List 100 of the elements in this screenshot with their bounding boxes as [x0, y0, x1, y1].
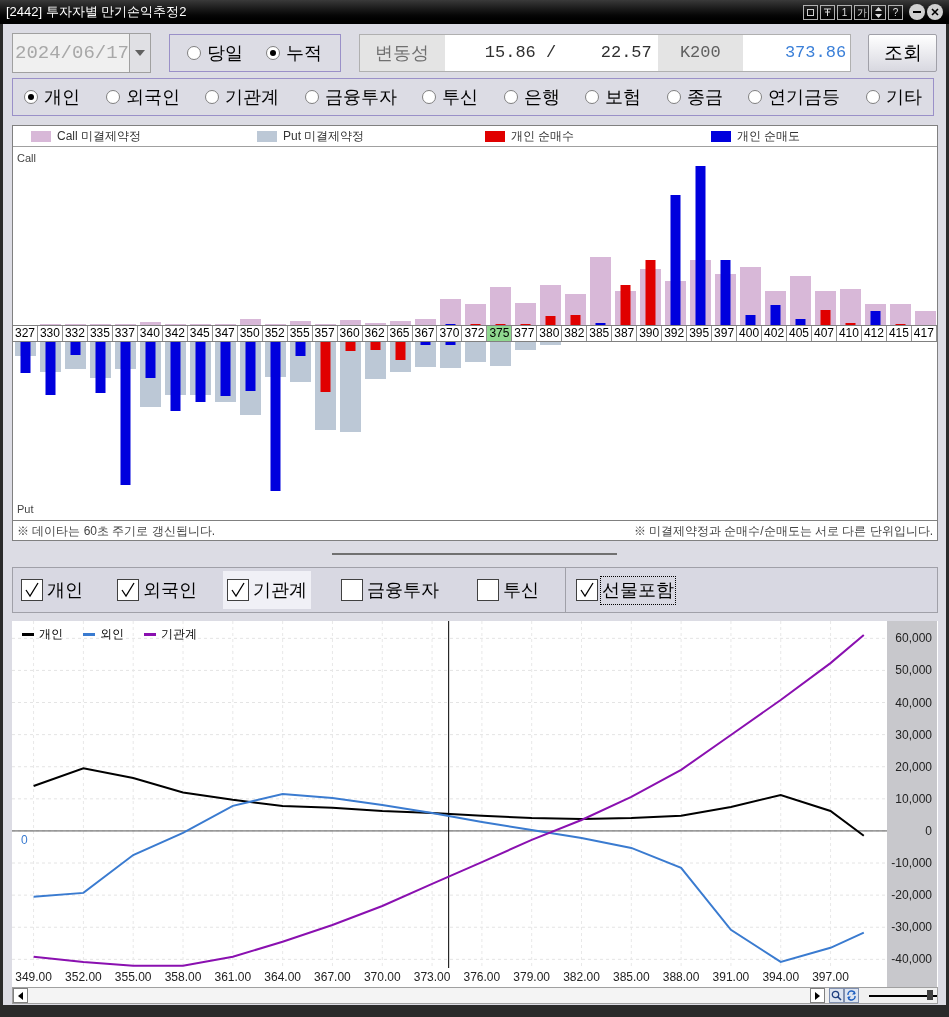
- radio-button[interactable]: [422, 90, 437, 104]
- radio-label[interactable]: 종금: [686, 83, 723, 111]
- x-tick-label: 394.00: [762, 970, 800, 984]
- x-tick-label: 352.00: [65, 970, 102, 984]
- checkbox[interactable]: [477, 579, 499, 601]
- zoom-slider[interactable]: [869, 989, 937, 1002]
- strike-label: 355: [287, 326, 313, 341]
- strike-label: 352: [262, 326, 288, 341]
- radio-button[interactable]: [187, 46, 202, 60]
- strike-label: 332: [62, 326, 88, 341]
- legend-label: 개인 순매수: [511, 128, 575, 145]
- strike-label: 375: [487, 326, 513, 341]
- legend-label: Call 미결제약정: [57, 128, 141, 145]
- checkbox-label[interactable]: 개인: [47, 576, 83, 604]
- strike-label: 400: [737, 326, 763, 341]
- checkbox-label[interactable]: 금융투자: [367, 576, 439, 604]
- checkbox-label[interactable]: 투신: [503, 576, 539, 604]
- checkbox-label[interactable]: 선물포함: [600, 575, 676, 605]
- radio-button[interactable]: [585, 90, 600, 104]
- x-tick-label: 367.00: [314, 970, 351, 984]
- slider-thumb[interactable]: [926, 990, 933, 1000]
- window-icon[interactable]: [803, 4, 818, 20]
- x-tick-label: 388.00: [662, 970, 700, 984]
- strike-label: 360: [337, 326, 363, 341]
- radio-label[interactable]: 개인: [44, 83, 80, 111]
- legend-label: 기관계: [161, 626, 197, 643]
- left-arrow-icon: [18, 991, 23, 1000]
- title-button[interactable]: 1: [837, 4, 852, 20]
- strike-label: 417: [911, 326, 937, 341]
- strike-label: 402: [762, 326, 788, 341]
- radio-label[interactable]: 당일: [207, 39, 244, 67]
- x-tick-label: 385.00: [612, 970, 650, 984]
- strike-label: 367: [412, 326, 438, 341]
- strike-label: 395: [687, 326, 713, 341]
- radio-button[interactable]: [105, 90, 120, 104]
- radio-button[interactable]: [503, 90, 518, 104]
- radio-label[interactable]: 기타: [885, 83, 922, 111]
- radio-button[interactable]: [304, 90, 319, 104]
- x-tick-label: 379.00: [513, 970, 551, 984]
- scroll-right-button[interactable]: [810, 988, 825, 1003]
- search-button[interactable]: 조회: [868, 34, 937, 72]
- strike-label: 340: [137, 326, 163, 341]
- x-tick-label: 382.00: [563, 970, 600, 984]
- strike-label: 347: [212, 326, 238, 341]
- radio-button[interactable]: [865, 90, 880, 104]
- strike-label: 372: [462, 326, 488, 341]
- strike-label: 357: [312, 326, 338, 341]
- checkbox[interactable]: [227, 579, 249, 601]
- strike-label: 342: [162, 326, 188, 341]
- radio-button[interactable]: [266, 46, 281, 60]
- close-icon[interactable]: [927, 4, 943, 20]
- checkbox[interactable]: [341, 579, 363, 601]
- checkbox[interactable]: [117, 579, 139, 601]
- x-tick-label: 391.00: [712, 970, 750, 984]
- checkbox[interactable]: [21, 579, 43, 601]
- right-arrow-icon: [815, 991, 820, 1000]
- strike-label: 385: [587, 326, 613, 341]
- radio-button[interactable]: [748, 90, 763, 104]
- strike-label: 335: [87, 326, 113, 341]
- radio-label[interactable]: 보험: [605, 83, 642, 111]
- zero-label: 0: [21, 833, 28, 847]
- y-tick-label: -30,000: [891, 920, 932, 935]
- strike-label: 412: [861, 326, 887, 341]
- zoom-icon[interactable]: [829, 988, 844, 1003]
- minimize-icon[interactable]: [909, 4, 925, 20]
- volatility-label: 변동성: [359, 35, 445, 71]
- radio-button[interactable]: [205, 90, 220, 104]
- x-tick-label: 364.00: [264, 970, 301, 984]
- volatility-value: 22.57: [600, 42, 652, 65]
- radio-label[interactable]: 기관계: [225, 83, 280, 111]
- radio-button[interactable]: [666, 90, 681, 104]
- help-button[interactable]: ?: [888, 4, 903, 20]
- checkbox-label[interactable]: 외국인: [143, 576, 197, 604]
- refresh-icon[interactable]: [844, 988, 859, 1003]
- strike-label: 345: [187, 326, 213, 341]
- radio-label[interactable]: 투신: [442, 83, 479, 111]
- checkbox[interactable]: [576, 579, 598, 601]
- splitter-handle[interactable]: [332, 553, 617, 555]
- move-icon[interactable]: [871, 4, 886, 20]
- radio-label[interactable]: 은행: [523, 83, 560, 111]
- radio-button[interactable]: [24, 90, 38, 104]
- strike-label: 337: [112, 326, 138, 341]
- radio-label[interactable]: 금융투자: [324, 83, 397, 111]
- strike-label: 327: [13, 326, 38, 341]
- radio-label[interactable]: 외국인: [125, 83, 180, 111]
- x-tick-label: 376.00: [463, 970, 501, 984]
- y-tick-label: -10,000: [891, 856, 932, 871]
- radio-label[interactable]: 누적: [286, 39, 323, 67]
- y-tick-label: 0: [925, 823, 932, 838]
- strike-label: 397: [712, 326, 738, 341]
- x-tick-label: 373.00: [413, 970, 451, 984]
- checkbox-label[interactable]: 기관계: [253, 576, 307, 604]
- legend-label: 개인: [39, 626, 63, 643]
- strike-label: 365: [387, 326, 413, 341]
- radio-label[interactable]: 연기금등: [768, 83, 841, 111]
- title-button[interactable]: 가: [854, 4, 869, 20]
- strike-label: 405: [787, 326, 812, 341]
- y-tick-label: 50,000: [895, 663, 932, 678]
- index-label: K200: [657, 35, 743, 71]
- scroll-left-button[interactable]: [13, 988, 28, 1003]
